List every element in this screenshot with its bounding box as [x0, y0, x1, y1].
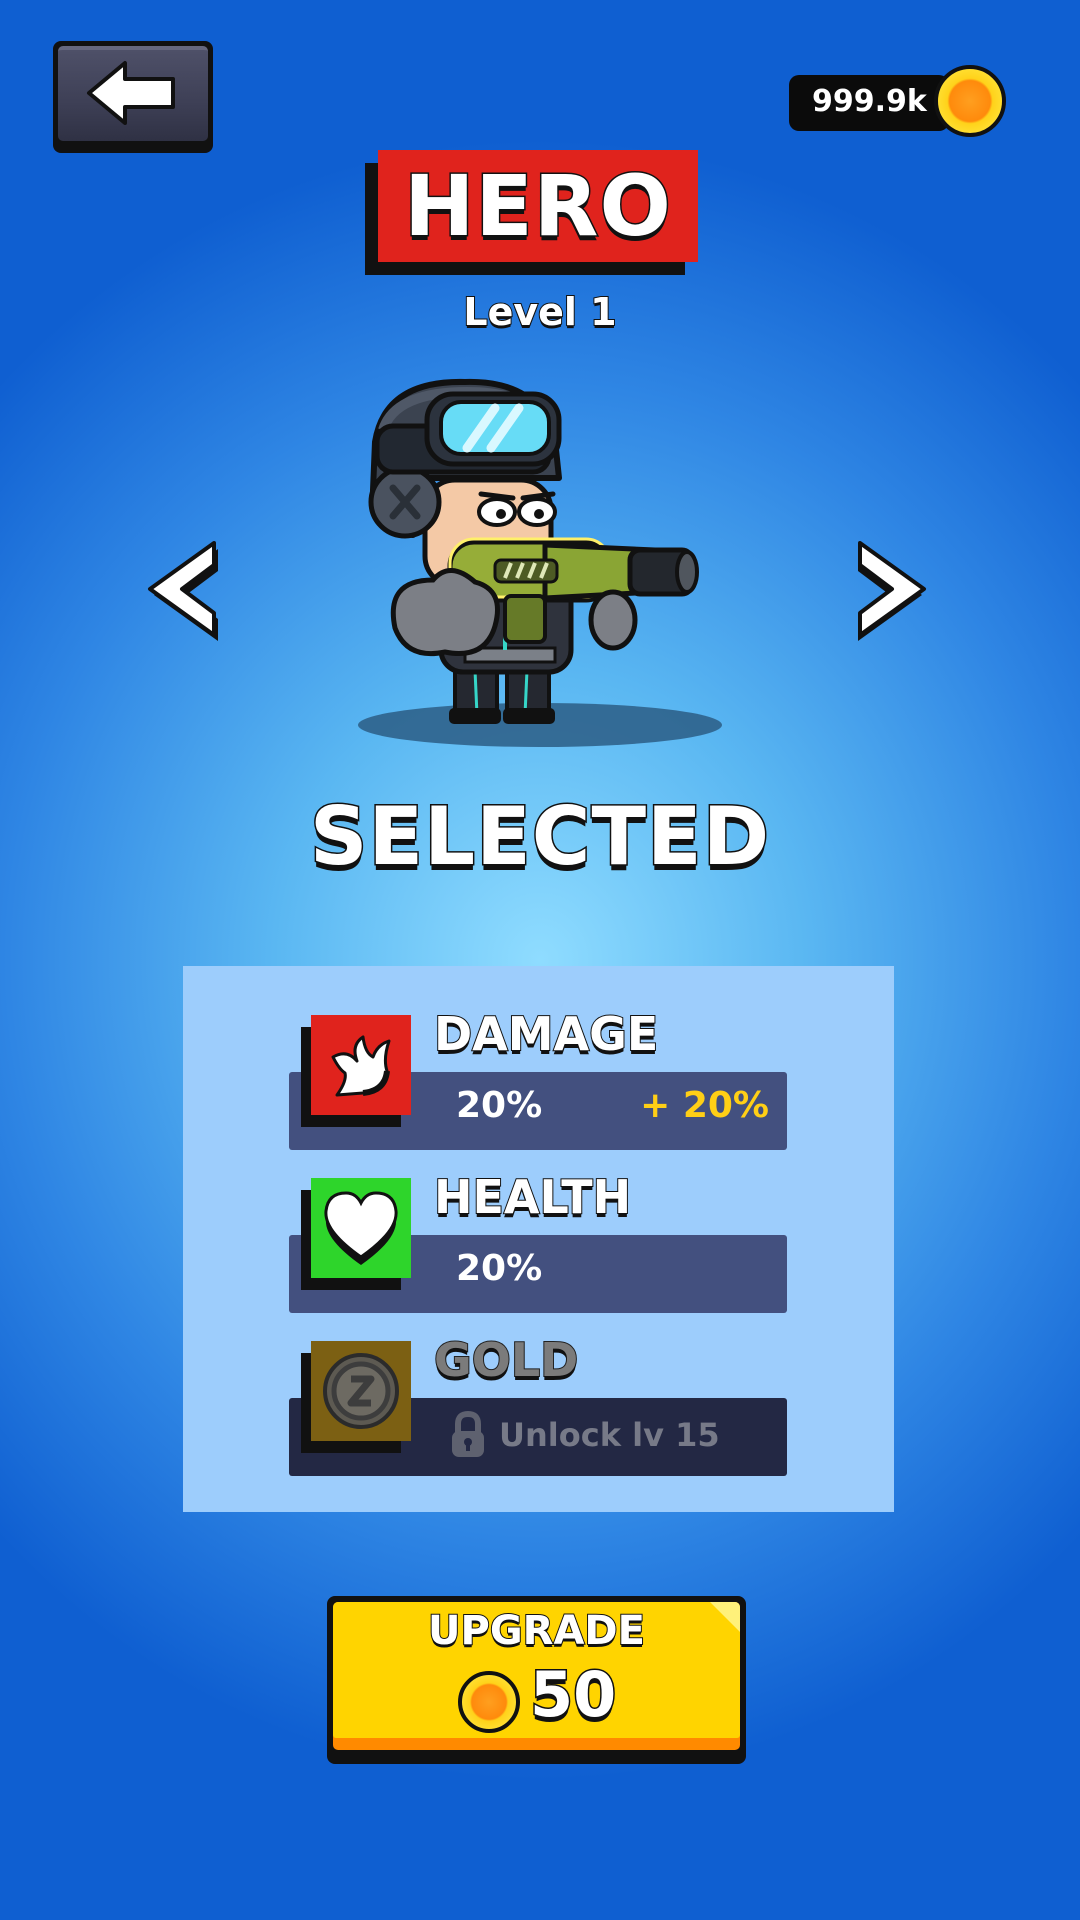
stat-health: HEALTH 20% [289, 1169, 787, 1313]
chevron-left-icon[interactable] [142, 535, 222, 643]
stat-value: 20% [456, 1085, 543, 1126]
heart-icon [311, 1178, 411, 1278]
hero-character [358, 378, 722, 747]
stat-label: GOLD [433, 1332, 579, 1388]
currency-amount: 999.9k [812, 84, 927, 119]
unlock-requirement: Unlock lv 15 [499, 1416, 720, 1454]
back-button[interactable] [53, 41, 213, 153]
stat-value: 20% [456, 1248, 543, 1289]
stat-label: HEALTH [433, 1169, 632, 1225]
chevron-right-icon[interactable] [852, 535, 932, 643]
upgrade-button[interactable]: UPGRADE 50 [327, 1596, 746, 1764]
stat-gold: GOLD Unlock lv 15 [289, 1332, 787, 1476]
upgrade-cost: 50 [528, 1657, 617, 1733]
gold-coin-icon [934, 65, 1006, 137]
upgrade-label: UPGRADE [427, 1607, 646, 1655]
stat-label: DAMAGE [433, 1006, 659, 1062]
page-title: HERO [403, 156, 673, 257]
hero-level: Level 1 [462, 289, 617, 335]
selected-status: SELECTED [308, 789, 771, 885]
claw-icon [311, 1015, 411, 1115]
title-banner: HERO [378, 150, 698, 262]
stat-damage: DAMAGE 20% + 20% [289, 1006, 787, 1150]
gold-coin-icon [311, 1341, 411, 1441]
arrow-left-icon [87, 61, 175, 125]
lock-icon [452, 1411, 484, 1457]
stat-bonus: + 20% [640, 1085, 769, 1126]
gold-coin-icon [458, 1671, 520, 1733]
